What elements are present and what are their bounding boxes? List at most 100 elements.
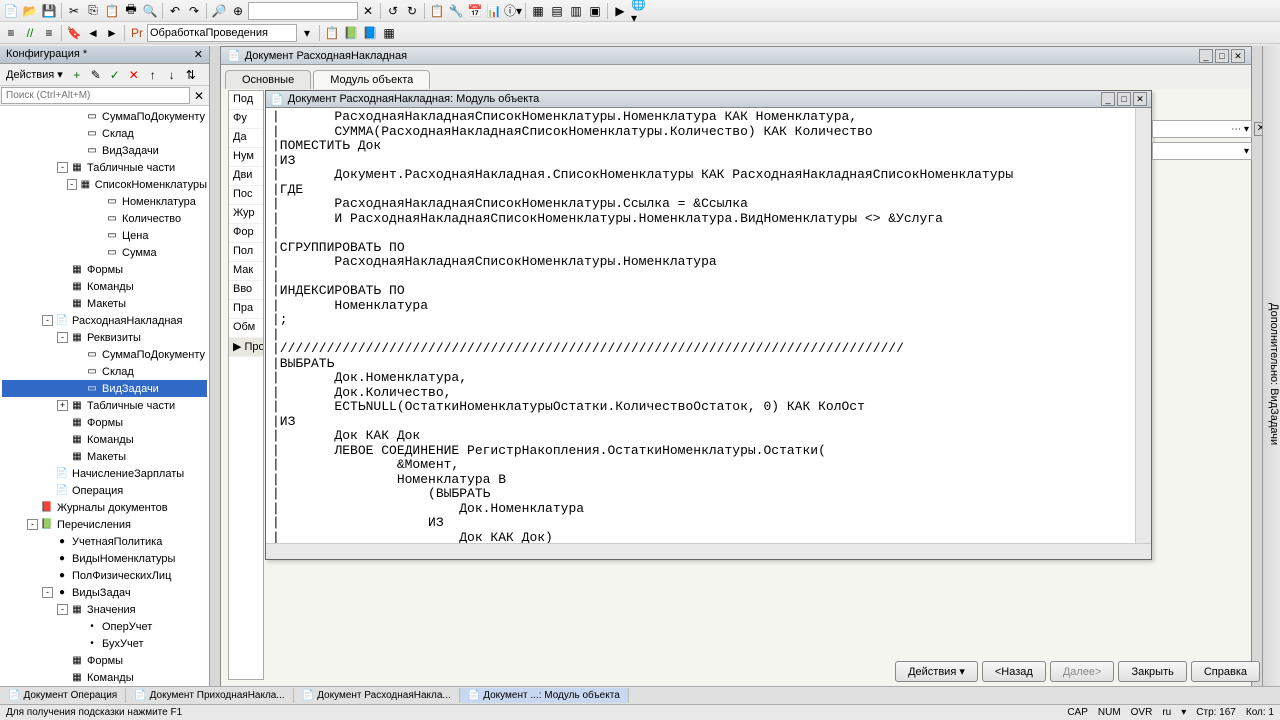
prop-combo-2[interactable]: ▾ [1152, 142, 1252, 160]
close-icon[interactable]: ✕ [1231, 49, 1245, 63]
debug-icon[interactable]: 🌐▾ [630, 2, 648, 20]
tree-item[interactable]: -📄РасходнаяНакладная [2, 312, 207, 329]
tool2-icon-4[interactable]: ▦ [380, 24, 398, 42]
bookmark-next-icon[interactable]: ► [103, 24, 121, 42]
clear-icon[interactable]: ✕ [359, 2, 377, 20]
expand-icon[interactable]: + [57, 400, 68, 411]
tree-item[interactable]: -▦Реквизиты [2, 329, 207, 346]
up-icon[interactable]: ↑ [144, 66, 162, 84]
check-icon[interactable]: ✓ [106, 66, 124, 84]
chevron-down-icon[interactable]: ▾ [298, 24, 316, 42]
tree-item[interactable]: -●ВидыЗадач [2, 584, 207, 601]
tool-icon-6[interactable]: 📊 [485, 2, 503, 20]
delete-icon[interactable]: ✕ [125, 66, 143, 84]
section-item[interactable]: Фор [229, 224, 263, 243]
tree-item[interactable]: -▦Значения [2, 601, 207, 618]
tree-item[interactable]: ▭СуммаПоДокументу [2, 346, 207, 363]
tree-item[interactable]: ●ВидыНоменклатуры [2, 550, 207, 567]
tree-item[interactable]: ▭ВидЗадачи [2, 380, 207, 397]
tool-icon-8[interactable]: ▤ [548, 2, 566, 20]
close-icon[interactable]: ✕ [194, 48, 203, 61]
tree-item[interactable]: ▦Формы [2, 261, 207, 278]
tool-icon-2[interactable]: ↻ [403, 2, 421, 20]
expand-icon[interactable]: - [57, 604, 68, 615]
section-item[interactable]: Под [229, 91, 263, 110]
print-icon[interactable]: 🖶 [122, 2, 140, 20]
module-icon-1[interactable]: ≡ [2, 24, 20, 42]
maximize-icon[interactable]: □ [1117, 92, 1131, 106]
tree-item[interactable]: •ОперУчет [2, 618, 207, 635]
section-item[interactable]: Пос [229, 186, 263, 205]
add-icon[interactable]: + [68, 66, 86, 84]
tree-item[interactable]: ▭Цена [2, 227, 207, 244]
tool-icon-10[interactable]: ▣ [586, 2, 604, 20]
find-icon[interactable]: 🔎 [210, 2, 228, 20]
tree-item[interactable]: ▦Макеты [2, 295, 207, 312]
expand-icon[interactable]: - [42, 587, 53, 598]
maximize-icon[interactable]: □ [1215, 49, 1229, 63]
tool2-icon-1[interactable]: 📋 [323, 24, 341, 42]
run-icon[interactable]: ▶ [611, 2, 629, 20]
section-item[interactable]: Мак [229, 262, 263, 281]
redo-icon[interactable]: ↷ [185, 2, 203, 20]
procedure-combo[interactable] [147, 24, 297, 42]
actions-button[interactable]: Действия ▾ [895, 661, 978, 682]
sections-list[interactable]: ПодФуДаНумДвиПосЖурФорПолМакВвоПраОбм▶ П… [228, 90, 264, 680]
preview-icon[interactable]: 🔍 [141, 2, 159, 20]
close-button[interactable]: Закрыть [1118, 661, 1186, 682]
tree-item[interactable]: •БухУчет [2, 635, 207, 652]
tab-main[interactable]: Основные [225, 70, 311, 89]
tree-item[interactable]: ▦Макеты [2, 448, 207, 465]
back-button[interactable]: <Назад [982, 661, 1046, 682]
tool2-icon-2[interactable]: 📗 [342, 24, 360, 42]
bottom-tab[interactable]: 📄Документ ПриходнаяНакла... [126, 688, 294, 703]
bookmark-icon[interactable]: 🔖 [65, 24, 83, 42]
copy-icon[interactable]: ⎘ [84, 2, 102, 20]
tree-item[interactable]: ▭Склад [2, 125, 207, 142]
tree-item[interactable]: -📗Перечисления [2, 516, 207, 533]
section-item[interactable]: Вво [229, 281, 263, 300]
tree-item[interactable]: ▦Формы [2, 414, 207, 431]
tree-item[interactable]: 📕Журналы документов [2, 499, 207, 516]
section-item[interactable]: Фу [229, 110, 263, 129]
tree-item[interactable]: 📄Операция [2, 482, 207, 499]
tree-item[interactable]: ▦Команды [2, 431, 207, 448]
search-input[interactable] [1, 87, 190, 104]
tree-item[interactable]: +▦Табличные части [2, 397, 207, 414]
actions-menu[interactable]: Действия ▾ [2, 68, 67, 81]
help-icon[interactable]: ⓘ▾ [504, 2, 522, 20]
expand-icon[interactable]: - [27, 519, 38, 530]
search-clear-icon[interactable]: ✕ [190, 87, 208, 105]
tool-icon-5[interactable]: 📅 [466, 2, 484, 20]
edit-icon[interactable]: ✎ [87, 66, 105, 84]
config-tree[interactable]: ▭СуммаПоДокументу▭Склад▭ВидЗадачи-▦Табли… [0, 106, 209, 692]
tree-item[interactable]: ▭Сумма [2, 244, 207, 261]
tool2-icon-3[interactable]: 📘 [361, 24, 379, 42]
tool-icon-3[interactable]: 📋 [428, 2, 446, 20]
tree-item[interactable]: ▦Команды [2, 278, 207, 295]
tree-item[interactable]: ▭Количество [2, 210, 207, 227]
tree-item[interactable]: ▦Формы [2, 652, 207, 669]
proc-icon[interactable]: Pr [128, 24, 146, 42]
sort-icon[interactable]: ⇅ [182, 66, 200, 84]
cut-icon[interactable]: ✂ [65, 2, 83, 20]
minimize-icon[interactable]: _ [1199, 49, 1213, 63]
uncomment-icon[interactable]: ≡ [40, 24, 58, 42]
expand-icon[interactable]: - [67, 179, 77, 190]
tree-item[interactable]: ▭Склад [2, 363, 207, 380]
section-item[interactable]: Пра [229, 300, 263, 319]
bottom-tab[interactable]: 📄Документ ...: Модуль объекта [460, 688, 629, 703]
section-item[interactable]: Дви [229, 167, 263, 186]
scrollbar-horizontal[interactable] [266, 543, 1151, 559]
prop-combo-1[interactable]: ⋯ ▾ [1152, 120, 1252, 138]
tree-item[interactable]: ▭СуммаПоДокументу [2, 108, 207, 125]
help-button[interactable]: Справка [1191, 661, 1260, 682]
tree-item[interactable]: -▦Табличные части [2, 159, 207, 176]
tree-item[interactable]: 📄НачислениеЗарплаты [2, 465, 207, 482]
down-icon[interactable]: ↓ [163, 66, 181, 84]
bookmark-prev-icon[interactable]: ◄ [84, 24, 102, 42]
zoom-icon[interactable]: ⊕ [229, 2, 247, 20]
tree-item[interactable]: ▭Номенклатура [2, 193, 207, 210]
section-item[interactable]: Нум [229, 148, 263, 167]
new-icon[interactable]: 📄 [2, 2, 20, 20]
